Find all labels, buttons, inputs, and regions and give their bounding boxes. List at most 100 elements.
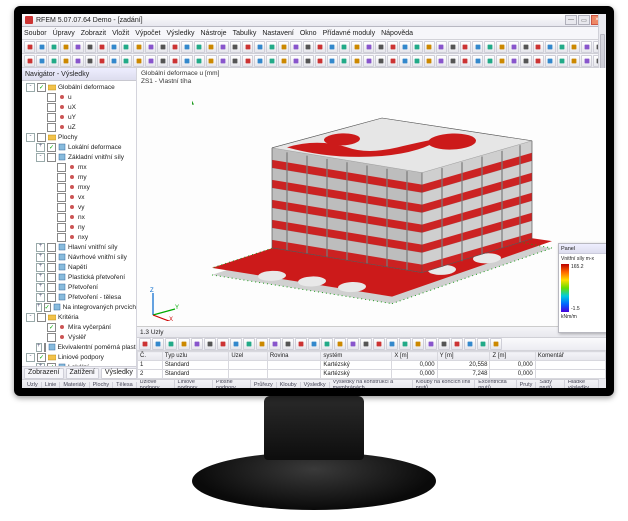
toolbar-button[interactable] <box>460 41 471 53</box>
toolbar-button[interactable] <box>321 338 333 350</box>
table-cell[interactable] <box>535 379 605 380</box>
toolbar-button[interactable] <box>386 338 398 350</box>
toolbar-button[interactable] <box>557 55 568 67</box>
table-cell[interactable] <box>229 370 268 379</box>
tree-node[interactable]: +Návrhové vnitřní síly <box>22 252 136 262</box>
table-cell[interactable] <box>535 361 605 370</box>
column-header[interactable]: X [m] <box>392 352 437 361</box>
maximize-button[interactable]: ▭ <box>578 15 590 25</box>
toolbar-button[interactable] <box>169 41 180 53</box>
table-cell[interactable]: 7,248 <box>437 370 490 379</box>
tree-node[interactable]: uY <box>22 112 136 122</box>
toolbar-button[interactable] <box>230 338 242 350</box>
toolbar-button[interactable] <box>254 41 265 53</box>
toolbar-button[interactable] <box>387 41 398 53</box>
toolbar-button[interactable] <box>206 41 217 53</box>
table-cell[interactable] <box>229 361 268 370</box>
toolbar-button[interactable] <box>484 55 495 67</box>
tree-checkbox[interactable] <box>47 103 56 112</box>
toolbar-button[interactable] <box>448 55 459 67</box>
table-cell[interactable]: Kartézský <box>321 370 392 379</box>
table-row[interactable]: 2StandardKartézský0,0007,2480,000 <box>138 370 606 379</box>
toolbar-button[interactable] <box>243 338 255 350</box>
toolbar-button[interactable] <box>351 41 362 53</box>
toolbar-button[interactable] <box>218 41 229 53</box>
table-cell[interactable]: 0,000 <box>490 379 535 380</box>
toolbar-button[interactable] <box>363 41 374 53</box>
tree-expand-icon[interactable]: - <box>26 83 35 92</box>
toolbar-button[interactable] <box>85 55 96 67</box>
tree-checkbox[interactable] <box>37 133 46 142</box>
toolbar-button[interactable] <box>533 41 544 53</box>
column-header[interactable]: Č. <box>138 352 163 361</box>
table-cell[interactable]: 0,000 <box>490 370 535 379</box>
menu-zobrazit[interactable]: Zobrazit <box>81 30 106 37</box>
toolbar-button[interactable] <box>194 41 205 53</box>
tree-node[interactable]: Výslěř <box>22 332 136 342</box>
tree-checkbox[interactable]: ✓ <box>44 303 51 312</box>
toolbar-button[interactable] <box>451 338 463 350</box>
tree-checkbox[interactable] <box>57 173 66 182</box>
navigator-tree[interactable]: -✓Globální deformaceuuXuYuZ-Plochy+✓Loká… <box>22 81 136 366</box>
tree-node[interactable]: mx <box>22 162 136 172</box>
minimize-button[interactable]: — <box>565 15 577 25</box>
menu-tabulky[interactable]: Tabulky <box>233 30 257 37</box>
tree-node[interactable]: uX <box>22 102 136 112</box>
tree-node[interactable]: +✓Na integrovaných prvcích <box>22 302 136 312</box>
menu-vložit[interactable]: Vložit <box>112 30 129 37</box>
table-cell[interactable]: 0,000 <box>490 361 535 370</box>
toolbar-button[interactable] <box>48 41 59 53</box>
table-cell[interactable] <box>267 370 321 379</box>
toolbar-button[interactable] <box>436 41 447 53</box>
toolbar-button[interactable] <box>256 338 268 350</box>
toolbar-button[interactable] <box>569 41 580 53</box>
toolbar-button[interactable] <box>373 338 385 350</box>
table-cell[interactable]: 0,000 <box>392 379 437 380</box>
bottom-tab[interactable]: Tělesa <box>113 382 137 388</box>
table-cell[interactable]: Standard <box>162 370 228 379</box>
tree-checkbox[interactable] <box>47 263 56 272</box>
tree-checkbox[interactable] <box>47 293 56 302</box>
table-cell[interactable]: 3 <box>138 379 163 380</box>
toolbar-button[interactable] <box>363 55 374 67</box>
tree-expand-icon[interactable]: + <box>36 263 45 272</box>
table-cell[interactable] <box>267 361 321 370</box>
bottom-tab[interactable]: Průřezy <box>251 382 277 388</box>
bottom-tab[interactable]: Sady prutů <box>536 379 565 388</box>
menu-přídavné moduly[interactable]: Přídavné moduly <box>323 30 376 37</box>
column-header[interactable]: Z [m] <box>490 352 535 361</box>
toolbar-button[interactable] <box>181 41 192 53</box>
toolbar-button[interactable] <box>387 55 398 67</box>
tree-node[interactable]: ✓Míra vyčerpání <box>22 322 136 332</box>
table-cell[interactable]: Kartézský <box>321 361 392 370</box>
tree-node[interactable]: +Ekvivalentní poměrná plasticita <box>22 342 136 352</box>
toolbar-button[interactable] <box>569 55 580 67</box>
toolbar-button[interactable] <box>508 41 519 53</box>
toolbar-button[interactable] <box>490 338 502 350</box>
column-header[interactable]: Rovina <box>267 352 321 361</box>
tree-node[interactable]: -Základní vnitřní síly <box>22 152 136 162</box>
toolbar-button[interactable] <box>520 41 531 53</box>
toolbar-button[interactable] <box>375 41 386 53</box>
menu-soubor[interactable]: Soubor <box>24 30 47 37</box>
toolbar-button[interactable] <box>424 55 435 67</box>
toolbar-button[interactable] <box>303 55 314 67</box>
toolbar-button[interactable] <box>152 338 164 350</box>
toolbar-button[interactable] <box>72 41 83 53</box>
table-row[interactable]: 1StandardKartézský0,00020,5580,000 <box>138 361 606 370</box>
toolbar-button[interactable] <box>242 41 253 53</box>
table-cell[interactable]: Standard <box>162 361 228 370</box>
menu-okno[interactable]: Okno <box>300 30 317 37</box>
bottom-tab[interactable]: Výsledky na konstrukci a membránách <box>330 379 413 388</box>
bottom-tab[interactable]: Uzlové podpory <box>137 379 175 388</box>
toolbar-button[interactable] <box>218 55 229 67</box>
tree-expand-icon[interactable]: + <box>36 303 42 312</box>
toolbar-button[interactable] <box>72 55 83 67</box>
tree-node[interactable]: +Přetvoření - tělesa <box>22 292 136 302</box>
bottom-tab[interactable]: Klouby <box>277 382 301 388</box>
tree-node[interactable]: +Přetvoření <box>22 282 136 292</box>
toolbar-button[interactable] <box>520 55 531 67</box>
toolbar-button[interactable] <box>581 41 592 53</box>
tree-node[interactable]: -✓Liniové podpory <box>22 352 136 362</box>
toolbar-button[interactable] <box>496 55 507 67</box>
